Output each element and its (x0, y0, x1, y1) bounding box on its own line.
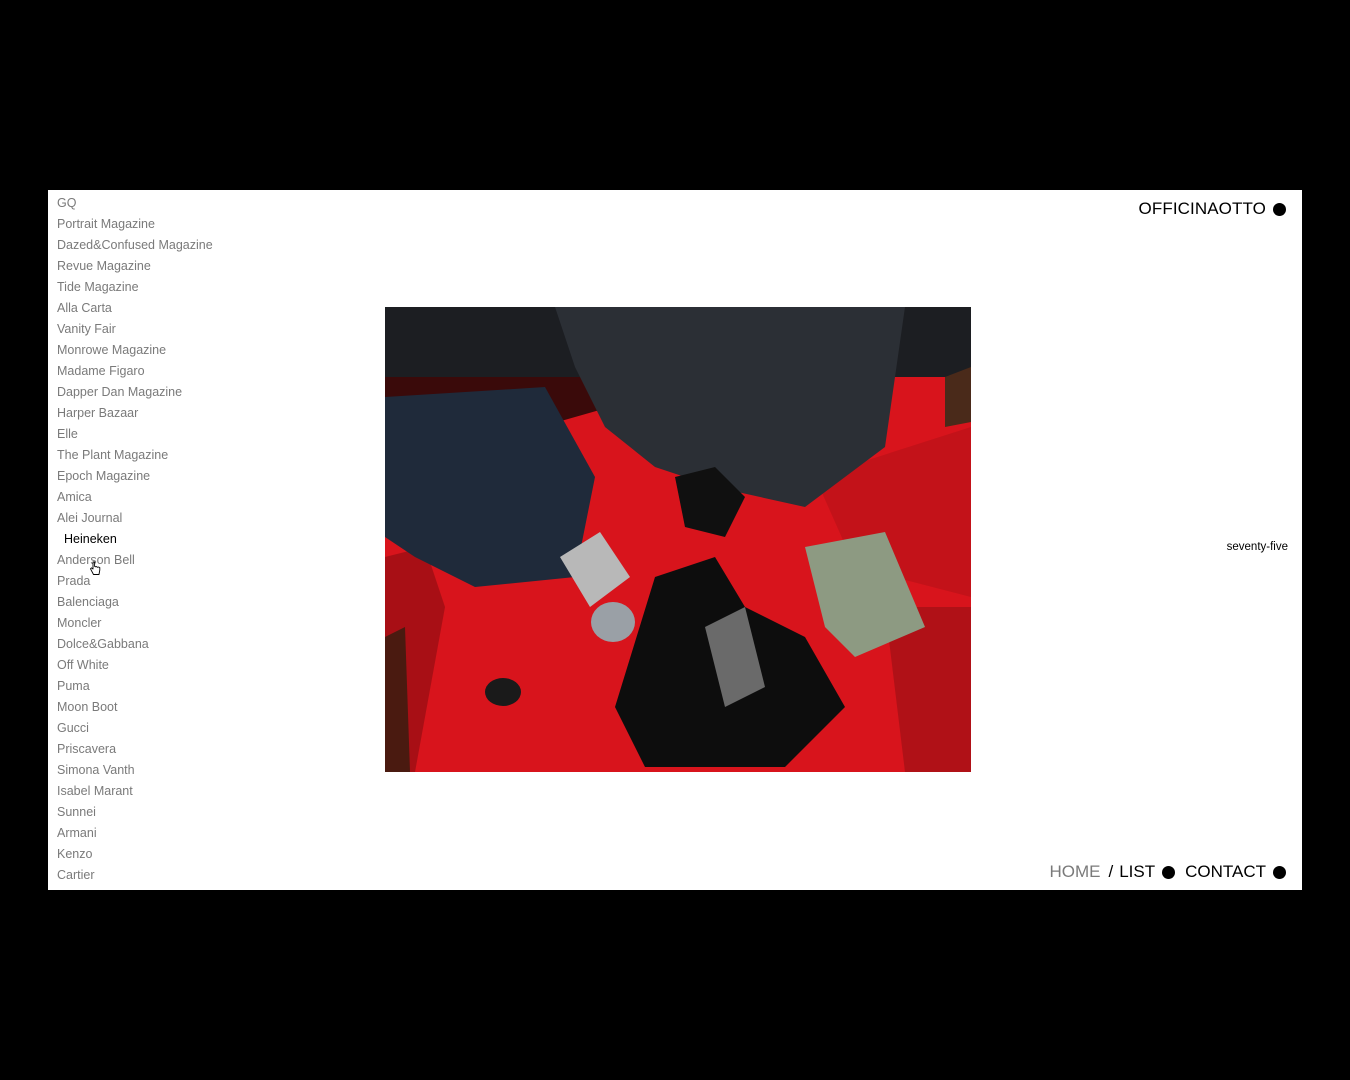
client-link[interactable]: Dapper Dan Magazine (57, 382, 213, 403)
hand-cursor-icon (90, 561, 101, 575)
bottom-nav: HOME / LIST CONTACT (1049, 862, 1286, 882)
client-link[interactable]: Dolce&Gabbana (57, 634, 213, 655)
client-link[interactable]: Dazed&Confused Magazine (57, 235, 213, 256)
client-link[interactable]: Revue Magazine (57, 256, 213, 277)
client-link[interactable]: Tide Magazine (57, 277, 213, 298)
brand-logo[interactable]: OFFICINAOTTO (1139, 199, 1286, 219)
client-link[interactable]: Alla Carta (57, 298, 213, 319)
client-link[interactable]: Cartier (57, 865, 213, 886)
client-link[interactable]: Prada (57, 571, 213, 592)
photo-caption: seventy-five (1226, 541, 1288, 553)
brand-dot-icon (1273, 202, 1286, 216)
client-link[interactable]: GQ (57, 193, 213, 214)
client-link[interactable]: Balenciaga (57, 592, 213, 613)
client-link[interactable]: Moncler (57, 613, 213, 634)
client-link[interactable]: Monrowe Magazine (57, 340, 213, 361)
nav-separator: / (1108, 862, 1114, 881)
client-link[interactable]: Simona Vanth (57, 760, 213, 781)
client-link[interactable]: Gucci (57, 718, 213, 739)
client-link[interactable]: Puma (57, 676, 213, 697)
client-link[interactable]: Alei Journal (57, 508, 213, 529)
client-link[interactable]: Off White (57, 655, 213, 676)
client-link[interactable]: Sunnei (57, 802, 213, 823)
contact-dot-icon (1273, 865, 1286, 879)
client-link[interactable]: Heineken (57, 529, 213, 550)
client-link[interactable]: Priscavera (57, 739, 213, 760)
client-link[interactable]: Vanity Fair (57, 319, 213, 340)
client-link[interactable]: Anderson Bell (57, 550, 213, 571)
brand-name: OFFICINAOTTO (1138, 199, 1266, 218)
client-list: GQ Portrait Magazine Dazed&Confused Magazi… (57, 193, 213, 886)
list-dot-icon (1162, 865, 1176, 879)
client-link[interactable]: Moon Boot (57, 697, 213, 718)
nav-contact-link[interactable]: CONTACT (1185, 862, 1266, 882)
client-link[interactable]: Elle (57, 424, 213, 445)
client-link[interactable]: Armani (57, 823, 213, 844)
client-link[interactable]: Madame Figaro (57, 361, 213, 382)
content-panel: GQ Portrait Magazine Dazed&Confused Magazi… (48, 190, 1302, 890)
nav-home-link[interactable]: HOME (1049, 862, 1100, 882)
nav-list-link[interactable]: LIST (1119, 862, 1155, 882)
client-link[interactable]: The Plant Magazine (57, 445, 213, 466)
client-link[interactable]: Amica (57, 487, 213, 508)
client-link[interactable]: Isabel Marant (57, 781, 213, 802)
client-link[interactable]: Harper Bazaar (57, 403, 213, 424)
client-link[interactable]: Portrait Magazine (57, 214, 213, 235)
featured-photo (385, 307, 971, 772)
client-link[interactable]: Epoch Magazine (57, 466, 213, 487)
client-link[interactable]: Kenzo (57, 844, 213, 865)
